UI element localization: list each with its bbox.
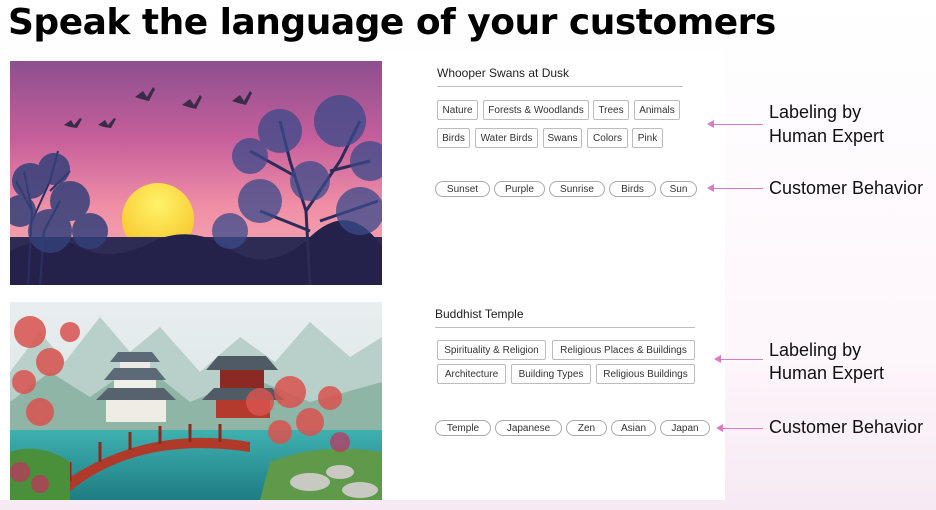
customer-behavior-label: Customer Behavior <box>769 178 924 198</box>
expert-tag[interactable]: Animals <box>634 100 680 120</box>
expert-tag[interactable]: Forests & Woodlands <box>483 100 589 120</box>
customer-tag[interactable]: Sun <box>660 181 697 197</box>
expert-tag[interactable]: Trees <box>593 100 629 120</box>
customer-behavior-label: Customer Behavior <box>769 417 924 437</box>
expert-label-line1: Labeling by <box>769 340 862 360</box>
expert-tag[interactable]: Architecture <box>437 364 506 384</box>
customer-tag[interactable]: Sunset <box>435 181 490 197</box>
image-caption: Buddhist Temple <box>435 307 695 328</box>
image-caption: Whooper Swans at Dusk <box>437 66 683 87</box>
customer-tag[interactable]: Japan <box>660 420 710 436</box>
left-arrow-icon <box>707 120 763 128</box>
expert-label-line2: Human Expert <box>769 363 885 383</box>
customer-tag[interactable]: Asian <box>611 420 656 436</box>
expert-label-line2: Human Expert <box>769 126 885 146</box>
left-arrow-icon <box>716 424 763 432</box>
slide-title: Speak the language of your customers <box>8 2 776 43</box>
left-arrow-icon <box>707 184 763 192</box>
expert-tag[interactable]: Religious Buildings <box>596 364 695 384</box>
temple-garden-image <box>10 302 382 500</box>
expert-tag[interactable]: Building Types <box>511 364 591 384</box>
customer-tag[interactable]: Sunrise <box>549 181 605 197</box>
expert-tag[interactable]: Water Birds <box>475 128 538 148</box>
expert-tag[interactable]: Pink <box>632 128 663 148</box>
expert-tag[interactable]: Birds <box>437 128 470 148</box>
left-arrow-icon <box>714 355 763 363</box>
expert-tag[interactable]: Colors <box>587 128 628 148</box>
customer-tag[interactable]: Zen <box>566 420 607 436</box>
expert-label-line1: Labeling by <box>769 102 862 122</box>
swans-sunset-image <box>10 61 382 285</box>
customer-tag[interactable]: Purple <box>494 181 545 197</box>
expert-tag[interactable]: Spirituality & Religion <box>437 340 546 360</box>
expert-tag[interactable]: Religious Places & Buildings <box>552 340 695 360</box>
customer-tag[interactable]: Japanese <box>495 420 562 436</box>
customer-tag[interactable]: Birds <box>609 181 656 197</box>
customer-tag[interactable]: Temple <box>435 420 491 436</box>
expert-tag[interactable]: Nature <box>437 100 478 120</box>
expert-tag[interactable]: Swans <box>543 128 582 148</box>
